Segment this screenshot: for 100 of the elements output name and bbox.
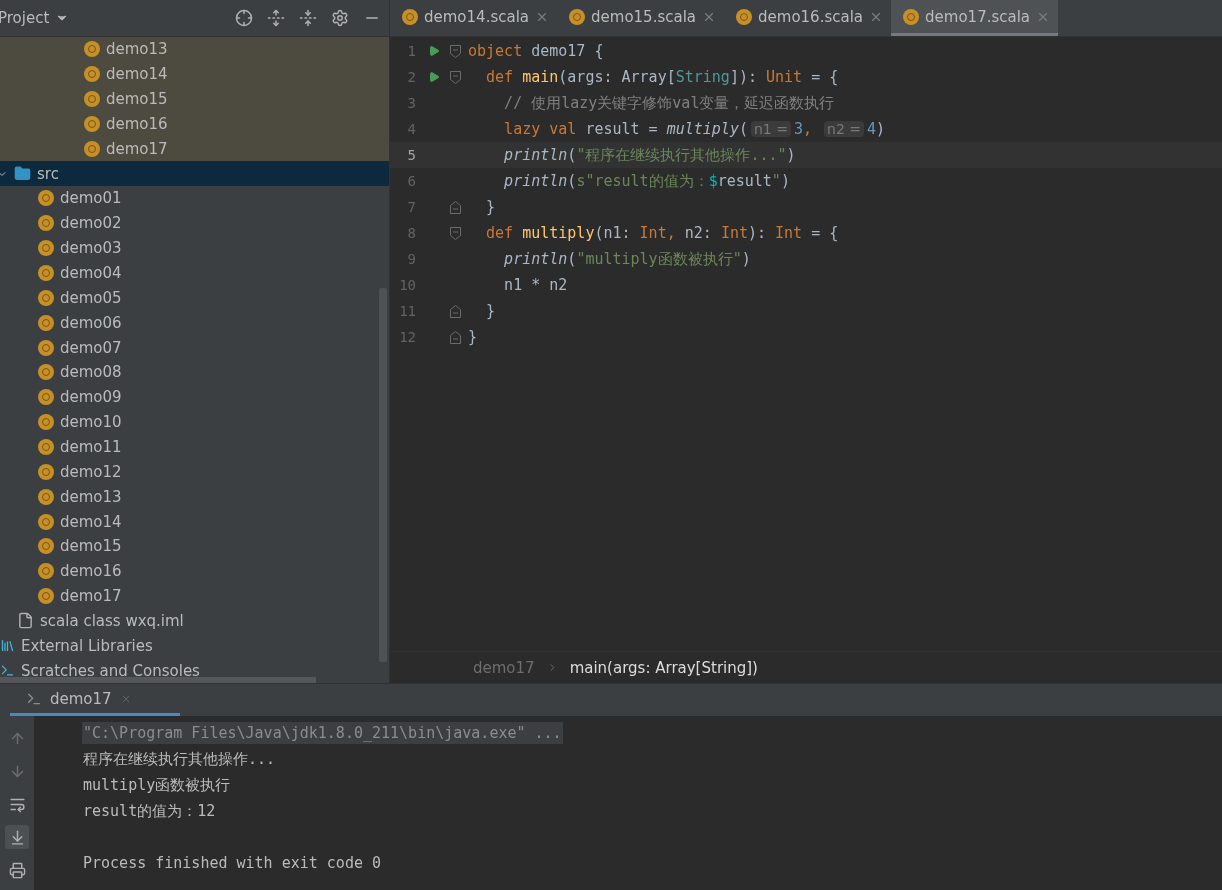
tree-item[interactable]: demo05 [60, 288, 122, 307]
object-icon [736, 8, 753, 25]
code-line: } [468, 328, 478, 346]
expand-all-icon[interactable] [267, 8, 285, 27]
tree-item[interactable]: demo17 [60, 587, 122, 606]
object-icon [38, 488, 54, 505]
tree-item[interactable]: demo02 [60, 214, 122, 233]
line-number: 9 [406, 251, 416, 267]
fold-icon[interactable] [450, 70, 461, 84]
line-number: 11 [398, 303, 416, 319]
console-line: 程序在继续执行其他操作... [82, 748, 277, 770]
object-icon [38, 264, 54, 281]
fold-icon[interactable] [450, 44, 461, 58]
tree-item[interactable]: demo14 [60, 512, 122, 531]
object-icon [84, 115, 100, 132]
object-icon [38, 538, 54, 555]
code-line: object demo17 { [468, 42, 604, 60]
tree-item[interactable]: demo06 [60, 313, 122, 332]
tree-item[interactable]: demo03 [60, 239, 122, 258]
print-icon[interactable] [8, 861, 26, 879]
object-icon [38, 339, 54, 356]
tree-item[interactable]: demo04 [60, 263, 122, 282]
tree-item[interactable]: demo13 [106, 40, 168, 59]
fold-icon[interactable] [450, 200, 461, 214]
console-line: result的值为：12 [82, 800, 217, 822]
line-number: 5 [406, 147, 416, 163]
code-line: def main(args: Array[String]): Unit = { [485, 68, 839, 86]
object-icon [903, 8, 920, 25]
line-number: 8 [406, 225, 416, 241]
tree-item[interactable]: demo01 [60, 189, 122, 208]
object-icon [38, 190, 54, 207]
object-icon [38, 364, 54, 381]
run-icon[interactable] [428, 45, 440, 57]
object-icon [38, 513, 54, 530]
object-icon [38, 563, 54, 580]
tree-item[interactable]: demo15 [106, 89, 168, 108]
line-number: 6 [406, 173, 416, 189]
code-line: } [485, 302, 496, 320]
tree-item[interactable]: demo15 [60, 537, 122, 556]
tree-item[interactable]: demo14 [106, 65, 168, 84]
console-line: Process finished with exit code 0 [82, 853, 382, 874]
object-icon [38, 289, 54, 306]
object-icon [84, 90, 100, 107]
fold-icon[interactable] [450, 304, 461, 318]
editor-tab[interactable]: demo15.scala [557, 0, 725, 36]
console-icon [0, 663, 15, 679]
file-icon [17, 612, 34, 630]
editor-tab[interactable]: demo17.scala [891, 0, 1059, 36]
line-number: 2 [406, 69, 416, 85]
code-line: def multiply(n1: Int, n2: Int): Int = { [485, 224, 839, 242]
scrollbar[interactable] [0, 677, 316, 683]
panel-title[interactable]: Project [0, 8, 70, 27]
folder-icon [14, 165, 31, 182]
fold-icon[interactable] [450, 226, 461, 240]
tree-item[interactable]: demo17 [106, 139, 168, 158]
tree-item[interactable]: demo10 [60, 413, 122, 432]
console-line: multiply函数被执行 [82, 774, 232, 796]
tree-item[interactable]: demo09 [60, 388, 122, 407]
tree-item[interactable]: src [37, 164, 59, 183]
tree-item[interactable]: demo16 [60, 562, 122, 581]
run-icon[interactable] [428, 71, 440, 83]
code-line: lazy val result = multiply( n1 = 3, n2 = 4) [503, 120, 886, 138]
line-number: 4 [406, 121, 416, 137]
object-icon [84, 66, 100, 83]
object-icon [38, 588, 54, 605]
editor-tab[interactable]: demo16.scala [724, 0, 892, 36]
scroll-to-end-button[interactable] [5, 825, 29, 849]
tree-item[interactable]: demo08 [60, 363, 122, 382]
object-icon [402, 8, 418, 25]
code-line: println(s"result的值为：$result") [503, 171, 790, 191]
code-line: n1 * n2 [503, 276, 568, 294]
collapse-all-icon[interactable] [299, 8, 317, 27]
editor-tab[interactable]: demo14.scala [390, 0, 557, 36]
code-line: println("程序在继续执行其他操作...") [503, 145, 796, 165]
tree-item[interactable]: Scratches and Consoles [21, 661, 200, 680]
line-number: 7 [406, 199, 416, 215]
object-icon [38, 215, 54, 232]
tree-item[interactable]: demo13 [60, 487, 122, 506]
line-number: 1 [406, 43, 416, 59]
tree-item[interactable]: demo16 [106, 114, 168, 133]
object-icon [38, 240, 54, 257]
tree-item[interactable]: External Libraries [21, 636, 153, 655]
line-number: 3 [406, 95, 416, 111]
settings-icon[interactable] [331, 8, 349, 27]
tree-item[interactable]: scala class wxq.iml [40, 612, 184, 630]
tree-row[interactable]: src [0, 161, 389, 186]
object-icon [38, 389, 54, 406]
breadcrumb[interactable]: main(args: Array[String]) [569, 658, 758, 677]
tree-item[interactable]: demo12 [60, 462, 122, 481]
fold-icon[interactable] [450, 330, 461, 344]
object-icon [84, 41, 100, 58]
object-icon [38, 314, 54, 331]
target-icon[interactable] [235, 8, 253, 27]
object-icon [38, 438, 54, 455]
code-line: println("multiply函数被执行") [503, 249, 751, 269]
tree-item[interactable]: demo07 [60, 338, 122, 357]
object-icon [38, 414, 54, 431]
object-icon [569, 8, 585, 25]
tree-item[interactable]: demo11 [60, 437, 122, 456]
code-line: } [485, 198, 496, 216]
